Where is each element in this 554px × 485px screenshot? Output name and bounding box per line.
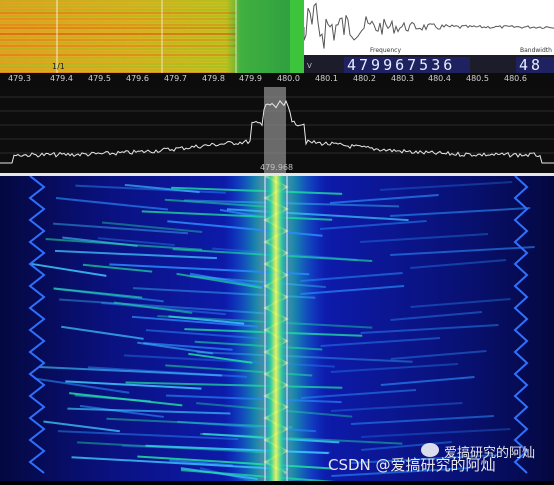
waterfall-graphic: [0, 174, 554, 485]
scale-tick-label: 480.0: [277, 74, 300, 83]
bandwidth-label: Bandwidth: [520, 47, 552, 54]
mini-waterfall[interactable]: 1/1: [0, 0, 290, 74]
audio-waveform: [304, 2, 554, 49]
waterfall-display[interactable]: 爱搞研究的阿灿 CSDN @爱搞研究的阿灿: [0, 174, 554, 485]
frequency-label: Frequency: [370, 47, 401, 54]
scale-tick-label: 479.9: [239, 74, 262, 83]
scale-tick-label: 479.8: [202, 74, 225, 83]
divider-handle[interactable]: [290, 0, 304, 73]
audio-scope: [304, 0, 554, 55]
scale-tick-label: 479.7: [164, 74, 187, 83]
scale-tick-label: 480.1: [315, 74, 338, 83]
scale-tick-label: 480.5: [466, 74, 489, 83]
mini-waterfall-label: 1/1: [52, 62, 65, 71]
frequency-scale[interactable]: 479.3 479.4 479.5 479.6 479.7 479.8 479.…: [0, 73, 554, 87]
frequency-digits[interactable]: 479967536: [344, 57, 470, 74]
watermark-csdn: CSDN @爱搞研究的阿灿: [328, 456, 496, 474]
scale-tick-label: 479.6: [126, 74, 149, 83]
scale-tick-label: 479.5: [88, 74, 111, 83]
marker-frequency-label: 479.968: [260, 163, 294, 172]
scale-tick-label: 480.3: [391, 74, 414, 83]
receive-band-marker: [264, 87, 286, 173]
scale-tick-label: 480.6: [504, 74, 527, 83]
scale-tick-label: 479.4: [50, 74, 73, 83]
bandwidth-digits[interactable]: 48: [516, 57, 554, 74]
scale-tick-label: 480.4: [428, 74, 451, 83]
mini-waterfall-graphic: [0, 0, 290, 74]
scale-tick-label: 479.3: [8, 74, 31, 83]
frequency-mode-label: V: [307, 62, 312, 70]
spectrum-plot: [0, 87, 554, 173]
scale-tick-label: 480.2: [353, 74, 376, 83]
spectrum-panel[interactable]: 479.968: [0, 87, 554, 173]
